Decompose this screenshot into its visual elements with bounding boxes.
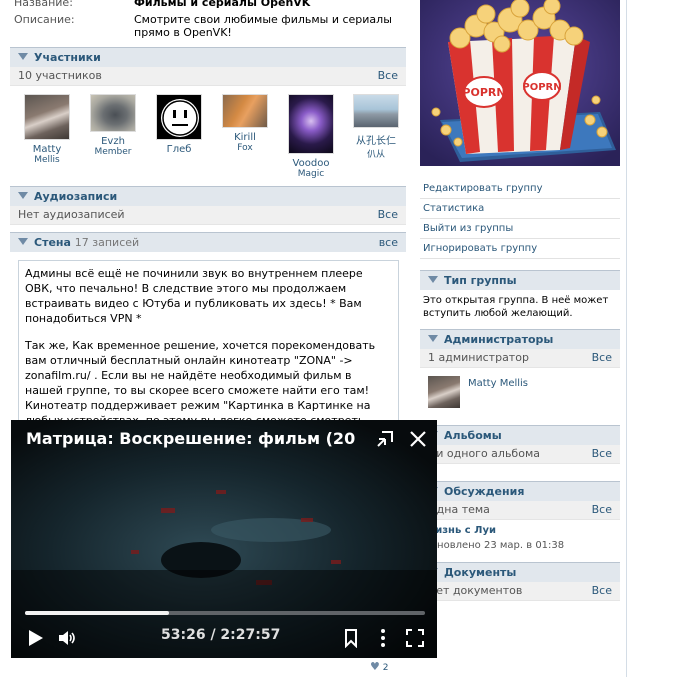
group-name-label: Название:: [14, 0, 73, 9]
admins-count: 1 администратор: [428, 351, 529, 364]
albums-all-link[interactable]: Все: [592, 445, 612, 463]
documents-count-bar: Нет документов Все: [420, 582, 620, 601]
albums-count-bar: Ни одного альбома Все: [420, 445, 620, 464]
discussions-all-link[interactable]: Все: [592, 501, 612, 519]
admins-all-link[interactable]: Все: [592, 349, 612, 367]
video-time: 53:26 / 2:27:57: [161, 627, 281, 643]
collapse-arrow-icon: [18, 192, 28, 199]
audio-title: Аудиозаписи: [34, 190, 118, 203]
audio-header[interactable]: Аудиозаписи: [10, 186, 406, 206]
member-item[interactable]: Глеб: [151, 94, 207, 155]
members-title: Участники: [34, 51, 101, 64]
group-type-header[interactable]: Тип группы: [420, 270, 620, 290]
wall-header[interactable]: Стена 17 записей все: [10, 232, 406, 252]
column-divider: [626, 0, 627, 677]
wall-all-link[interactable]: все: [379, 233, 398, 252]
brand-logo-text: POPRN: [522, 82, 561, 93]
discussions-header[interactable]: Обсуждения: [420, 481, 620, 501]
member-subtitle: Mellis: [34, 155, 60, 165]
documents-count: Нет документов: [428, 584, 523, 597]
popcorn-box-icon: POPRN POPRN: [420, 0, 620, 166]
avatar: [24, 94, 70, 140]
admins-header[interactable]: Администраторы: [420, 329, 620, 349]
volume-icon[interactable]: [57, 628, 77, 648]
audio-all-link[interactable]: Все: [378, 206, 398, 224]
post-text: Админы всё ещё не починили звук во внутр…: [25, 267, 363, 325]
leave-group-link[interactable]: Выйти из группы: [420, 219, 620, 239]
discussions-count-bar: Одна тема Все: [420, 501, 620, 520]
member-item[interactable]: 从孔长仁 仈从: [348, 94, 404, 160]
discussions-count: Одна тема: [428, 503, 490, 516]
group-type-text: Это открытая группа. В неё может вступит…: [423, 295, 609, 319]
members-count: 10 участников: [18, 69, 102, 82]
bookmark-icon[interactable]: [341, 628, 361, 648]
face-icon: [161, 99, 199, 137]
member-item[interactable]: Matty Mellis: [19, 94, 75, 165]
albums-header[interactable]: Альбомы: [420, 425, 620, 445]
discussions-title: Обсуждения: [444, 485, 525, 498]
edit-group-link[interactable]: Редактировать группу: [420, 179, 620, 199]
video-title: Матрица: Воскрешение: фильм (20…: [26, 429, 356, 448]
albums-count: Ни одного альбома: [428, 447, 540, 460]
progress-bar[interactable]: [25, 611, 425, 615]
avatar: [353, 94, 399, 128]
collapse-arrow-icon: [428, 276, 438, 283]
member-name: Глеб: [166, 144, 192, 155]
documents-header[interactable]: Документы: [420, 562, 620, 582]
audio-status: Нет аудиозаписей: [18, 208, 125, 221]
group-type-title: Тип группы: [444, 274, 517, 287]
member-item[interactable]: Voodoo Magic: [283, 94, 339, 179]
like-count: 2: [382, 663, 389, 673]
like-button[interactable]: ♥ 2: [370, 660, 388, 673]
member-subtitle: Magic: [297, 169, 325, 179]
exit-pip-icon[interactable]: [375, 429, 395, 449]
avatar: [90, 94, 136, 132]
group-name-value: Фильмы и сериалы OpenVK: [134, 0, 311, 9]
collapse-arrow-icon: [428, 335, 438, 342]
member-name: Voodoo: [292, 158, 330, 169]
avatar: [156, 94, 202, 140]
discussion-updated: Обновлено 23 мар. в 01:38: [423, 540, 565, 551]
member-name: Matty: [32, 144, 62, 155]
admins-title: Администраторы: [444, 333, 554, 346]
wall-count: 17 записей: [74, 236, 140, 249]
member-name: 从孔长仁: [356, 136, 396, 147]
member-subtitle: Fox: [237, 143, 253, 153]
member-subtitle: 仈从: [366, 150, 385, 160]
close-icon[interactable]: [408, 429, 428, 449]
wall-title: Стена: [34, 236, 71, 249]
member-subtitle: Member: [94, 147, 132, 157]
member-item[interactable]: Kirill Fox: [217, 94, 273, 153]
play-icon[interactable]: [25, 628, 45, 648]
member-item[interactable]: Evzh Member: [85, 94, 141, 157]
albums-title: Альбомы: [444, 429, 502, 442]
video-player[interactable]: Матрица: Воскрешение: фильм (20… 53:26 /…: [11, 420, 437, 658]
group-description-label: Описание:: [14, 13, 75, 26]
fullscreen-icon[interactable]: [405, 628, 425, 648]
more-options-icon[interactable]: [373, 628, 393, 648]
members-header[interactable]: Участники: [10, 47, 406, 67]
statistics-link[interactable]: Статистика: [420, 199, 620, 219]
avatar[interactable]: [428, 376, 460, 408]
ignore-group-link[interactable]: Игнорировать группу: [420, 239, 620, 259]
group-description-value: Смотрите свои любимые фильмы и сериалы п…: [134, 13, 392, 39]
audio-status-bar: Нет аудиозаписей Все: [10, 206, 406, 225]
video-frame: [11, 420, 437, 658]
members-count-bar: 10 участников Все: [10, 67, 406, 86]
collapse-arrow-icon: [18, 53, 28, 60]
documents-title: Документы: [444, 566, 517, 579]
group-avatar-image: POPRN POPRN: [420, 0, 620, 166]
avatar: [288, 94, 334, 154]
progress-fill: [25, 611, 170, 615]
documents-all-link[interactable]: Все: [592, 582, 612, 600]
admin-name-link[interactable]: Matty Mellis: [468, 378, 528, 389]
member-name: Evzh: [101, 136, 125, 147]
avatar: [222, 94, 268, 128]
brand-logo-text: POPRN: [462, 86, 505, 99]
heart-icon: ♥: [370, 660, 380, 673]
member-name: Kirill: [234, 132, 256, 143]
members-all-link[interactable]: Все: [378, 67, 398, 85]
admins-count-bar: 1 администратор Все: [420, 349, 620, 368]
collapse-arrow-icon: [18, 238, 28, 245]
